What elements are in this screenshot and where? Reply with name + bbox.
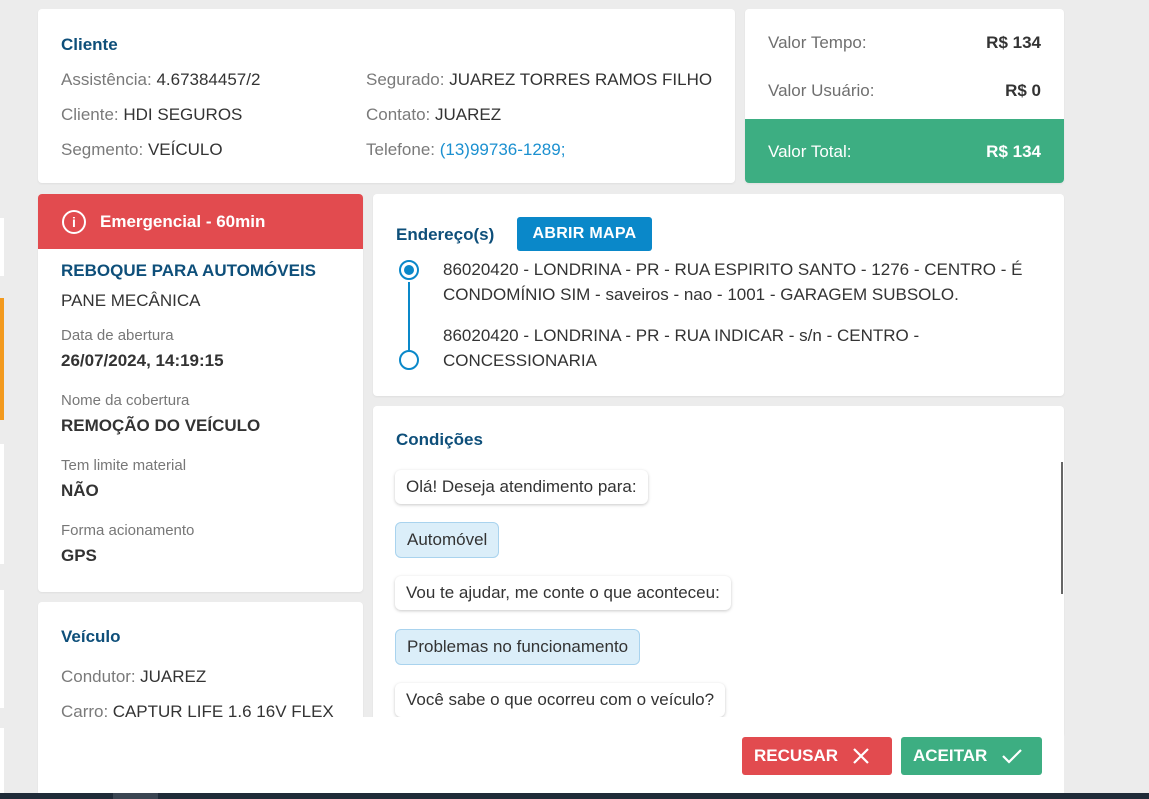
close-icon (852, 747, 870, 765)
user-value-row: Valor Usuário: R$ 0 (768, 81, 1041, 101)
taskbar-item[interactable] (113, 793, 158, 799)
driver-label: Condutor: (61, 667, 136, 686)
contact-value: JUAREZ (435, 105, 502, 124)
priority-banner: i Emergencial - 60min (38, 194, 363, 249)
driver-value: JUAREZ (140, 667, 207, 686)
side-panel-stub (0, 444, 4, 564)
insured-row: Segurado: JUAREZ TORRES RAMOS FILHO (366, 70, 712, 90)
accept-label: ACEITAR (913, 746, 988, 765)
service-card: i Emergencial - 60min REBOQUE PARA AUTOM… (38, 194, 363, 592)
route-line (408, 282, 410, 352)
opened-date-value: 26/07/2024, 14:19:15 (61, 351, 224, 370)
time-value-row: Valor Tempo: R$ 134 (768, 33, 1041, 53)
client-card: Cliente Assistência: 4.67384457/2 Client… (38, 9, 735, 183)
reject-label: RECUSAR (754, 746, 839, 765)
user-value-label: Valor Usuário: (768, 81, 875, 100)
chat-answer: Automóvel (395, 522, 500, 558)
total-value-amount: R$ 134 (986, 142, 1041, 161)
service-type: REBOQUE PARA AUTOMÓVEIS (61, 261, 317, 280)
origin-address: 86020420 - LONDRINA - PR - RUA ESPIRITO … (443, 257, 1043, 307)
segment-label: Segmento: (61, 140, 144, 159)
destination-address-line: 86020420 - LONDRINA - PR - RUA INDICAR -… (443, 326, 920, 345)
destination-marker-icon (399, 350, 419, 370)
assistance-label: Assistência: (61, 70, 152, 89)
conditions-title: Condições (396, 430, 483, 449)
material-limit-label: Tem limite material (61, 457, 187, 474)
side-panel-stub (0, 218, 4, 276)
chat-question: Olá! Deseja atendimento para: (395, 470, 648, 504)
phone-label: Telefone: (366, 140, 435, 159)
origin-address-line: CONDOMÍNIO SIM - saveiros - nao - 1001 -… (443, 285, 959, 304)
assistance-value: 4.67384457/2 (156, 70, 261, 89)
address-title: Endereço(s) (396, 225, 495, 244)
trigger-mode-label: Forma acionamento (61, 522, 195, 539)
contact-label: Contato: (366, 105, 431, 124)
destination-address: 86020420 - LONDRINA - PR - RUA INDICAR -… (443, 323, 1043, 373)
client-row: Cliente: HDI SEGUROS (61, 105, 242, 125)
segment-row: Segmento: VEÍCULO (61, 140, 223, 160)
side-panel-stub (0, 590, 4, 708)
user-value-amount: R$ 0 (1005, 81, 1041, 100)
accept-button[interactable]: ACEITAR (901, 737, 1042, 775)
chat-question: Vou te ajudar, me conte o que aconteceu: (395, 576, 731, 610)
insured-value: JUAREZ TORRES RAMOS FILHO (449, 70, 713, 89)
total-value-row: Valor Total: R$ 134 (768, 142, 1041, 162)
check-icon (1001, 747, 1023, 765)
reject-button[interactable]: RECUSAR (742, 737, 892, 775)
side-panel-stub (0, 728, 4, 793)
service-problem: PANE MECÂNICA (61, 291, 201, 310)
material-limit-value: NÃO (61, 481, 99, 500)
client-label: Cliente: (61, 105, 119, 124)
conditions-scrollbar[interactable] (1061, 462, 1063, 594)
trigger-mode-value: GPS (61, 546, 97, 565)
coverage-label: Nome da cobertura (61, 392, 190, 409)
insured-label: Segurado: (366, 70, 445, 89)
coverage-value: REMOÇÃO DO VEÍCULO (61, 416, 261, 435)
origin-address-line: 86020420 - LONDRINA - PR - RUA ESPIRITO … (443, 260, 1023, 279)
vehicle-title: Veículo (61, 627, 121, 646)
opened-date-label: Data de abertura (61, 327, 174, 344)
destination-address-line: CONCESSIONARIA (443, 351, 597, 370)
total-value-label: Valor Total: (768, 142, 852, 161)
assistance-row: Assistência: 4.67384457/2 (61, 70, 260, 90)
time-value-amount: R$ 134 (986, 33, 1041, 52)
segment-value: VEÍCULO (147, 140, 223, 159)
taskbar (0, 793, 1149, 799)
open-map-button[interactable]: ABRIR MAPA (517, 217, 652, 251)
driver-row: Condutor: JUAREZ (61, 667, 206, 687)
info-circle-icon: i (62, 209, 86, 234)
client-title: Cliente (61, 35, 118, 54)
values-card: Valor Tempo: R$ 134 Valor Usuário: R$ 0 … (745, 9, 1064, 183)
contact-row: Contato: JUAREZ (366, 105, 501, 125)
phone-row: Telefone: (13)99736-1289; (366, 140, 565, 160)
time-value-label: Valor Tempo: (768, 33, 867, 52)
total-value-bar: Valor Total: R$ 134 (745, 119, 1064, 183)
priority-label: Emergencial - 60min (100, 211, 266, 231)
chat-question: Você sabe o que ocorreu com o veículo? (395, 683, 726, 717)
address-card: Endereço(s) ABRIR MAPA 86020420 - LONDRI… (373, 194, 1064, 396)
phone-link[interactable]: (13)99736-1289; (440, 140, 566, 159)
chat-answer: Problemas no funcionamento (395, 629, 641, 665)
action-footer: RECUSAR ACEITAR (38, 717, 1064, 799)
side-panel-highlight (0, 298, 4, 420)
client-value: HDI SEGUROS (123, 105, 243, 124)
origin-marker-icon (399, 260, 419, 280)
conditions-card: Condições Olá! Deseja atendimento para: … (373, 406, 1064, 736)
